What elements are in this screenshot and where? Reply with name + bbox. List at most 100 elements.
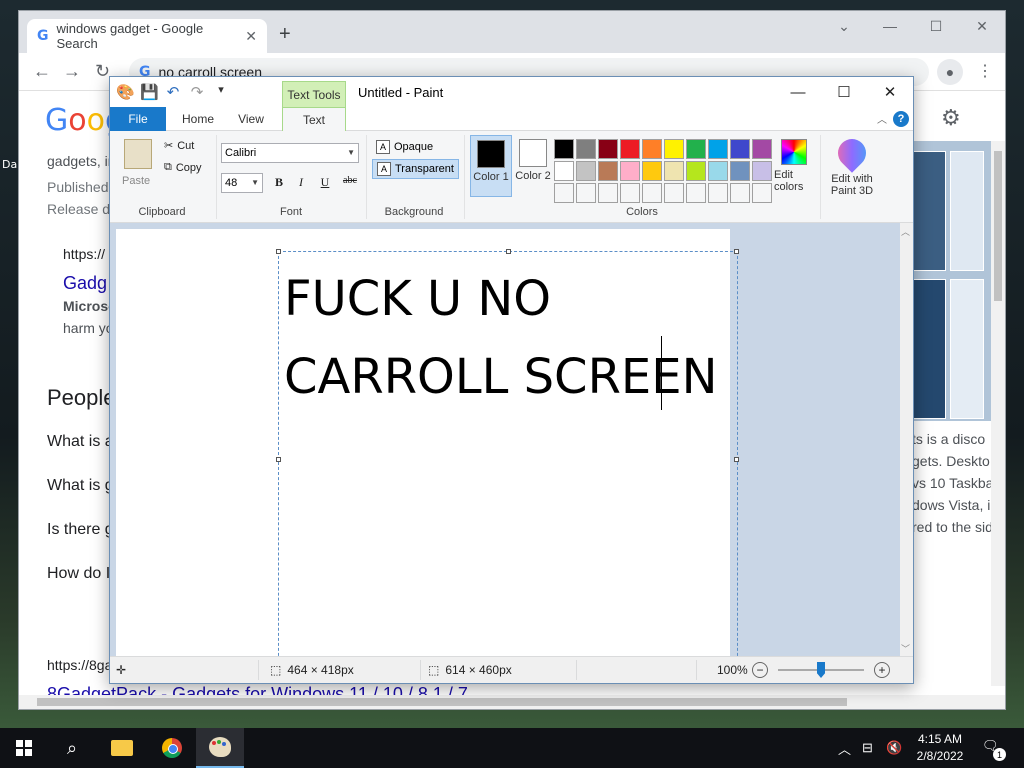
new-tab-button[interactable]: + xyxy=(279,23,291,46)
canvas-vertical-scrollbar[interactable]: ︿ ﹀ xyxy=(900,223,913,657)
drawing-canvas[interactable]: FUCK U NO CARROLL SCREEN xyxy=(116,229,739,657)
chrome-icon[interactable] xyxy=(148,728,196,768)
volume-muted-icon[interactable]: 🔇 xyxy=(886,728,902,768)
scroll-up-icon[interactable]: ︿ xyxy=(901,225,910,238)
result-url[interactable]: https:// xyxy=(63,246,105,262)
palette-swatch[interactable] xyxy=(664,161,684,181)
forward-icon[interactable]: → xyxy=(63,61,81,82)
palette-swatch[interactable] xyxy=(664,183,684,203)
network-icon[interactable]: ⊟ xyxy=(862,728,873,768)
transparent-button[interactable]: A Transparent xyxy=(372,159,459,179)
close-icon[interactable]: ✕ xyxy=(867,77,913,107)
scroll-down-icon[interactable]: ﹀ xyxy=(901,642,910,655)
profile-icon[interactable]: ● xyxy=(937,59,963,85)
zoom-out-button[interactable]: − xyxy=(752,662,768,678)
redo-icon[interactable]: ↷ xyxy=(188,83,206,101)
minimize-icon[interactable]: — xyxy=(867,11,913,41)
palette-swatch[interactable] xyxy=(708,139,728,159)
edit-with-paint-3d-button[interactable]: Edit with Paint 3D xyxy=(826,133,878,197)
paint-taskbar-icon[interactable] xyxy=(196,728,244,768)
opaque-button[interactable]: A Opaque xyxy=(372,137,437,157)
paste-button[interactable]: Paste xyxy=(122,175,150,187)
cut-button[interactable]: ✂ Cut xyxy=(164,139,194,153)
customize-toolbar-icon[interactable]: ▾ xyxy=(212,83,230,101)
palette-swatch[interactable] xyxy=(752,139,772,159)
palette-swatch[interactable] xyxy=(708,161,728,181)
page-vertical-scrollbar[interactable] xyxy=(991,141,1005,686)
thumbnail[interactable] xyxy=(950,279,984,419)
maximize-icon[interactable]: ☐ xyxy=(913,11,959,41)
thumbnail[interactable] xyxy=(912,151,946,271)
edit-colors-button[interactable]: Edit colors xyxy=(774,139,814,193)
reload-icon[interactable]: ↻ xyxy=(95,61,110,82)
thumbnail[interactable] xyxy=(950,151,984,271)
help-icon[interactable]: ? xyxy=(893,111,909,127)
palette-swatch[interactable] xyxy=(730,139,750,159)
file-explorer-icon[interactable] xyxy=(98,728,146,768)
palette-swatch[interactable] xyxy=(554,161,574,181)
palette-swatch[interactable] xyxy=(598,183,618,203)
close-icon[interactable]: ✕ xyxy=(959,11,1005,41)
tab-file[interactable]: File xyxy=(110,107,166,131)
paa-question[interactable]: What is a xyxy=(47,433,114,451)
strikethrough-button[interactable]: abc xyxy=(339,175,361,186)
palette-swatch[interactable] xyxy=(664,139,684,159)
palette-swatch[interactable] xyxy=(554,139,574,159)
image-thumbnails[interactable] xyxy=(912,141,992,421)
text-selection-box[interactable]: FUCK U NO CARROLL SCREEN xyxy=(276,249,739,657)
font-family-select[interactable]: Calibri ▼ xyxy=(221,143,359,163)
show-hidden-icons-icon[interactable]: ︿ xyxy=(838,728,851,768)
palette-swatch[interactable] xyxy=(642,139,662,159)
palette-swatch[interactable] xyxy=(642,183,662,203)
palette-swatch[interactable] xyxy=(686,161,706,181)
zoom-in-button[interactable]: + xyxy=(874,662,890,678)
result-url-2[interactable]: https://8ga xyxy=(47,657,112,673)
close-tab-icon[interactable]: ✕ xyxy=(245,28,257,45)
color-1-button[interactable]: Color 1 xyxy=(470,135,512,197)
settings-gear-icon[interactable]: ⚙ xyxy=(941,105,961,131)
italic-button[interactable]: I xyxy=(291,175,311,190)
palette-swatch[interactable] xyxy=(620,161,640,181)
undo-icon[interactable]: ↶ xyxy=(164,83,182,101)
paa-question[interactable]: How do I xyxy=(47,565,110,583)
scrollbar-thumb[interactable] xyxy=(994,151,1002,301)
canvas-text[interactable]: FUCK U NO CARROLL SCREEN xyxy=(284,260,738,416)
font-size-select[interactable]: 48 ▼ xyxy=(221,173,263,193)
resize-handle[interactable] xyxy=(276,249,281,254)
zoom-slider-thumb[interactable] xyxy=(817,662,825,678)
minimize-icon[interactable]: — xyxy=(775,77,821,107)
clock[interactable]: 4:15 AM 2/8/2022 xyxy=(912,731,968,765)
tab-text[interactable]: Text xyxy=(282,107,346,132)
back-icon[interactable]: ← xyxy=(33,61,51,82)
palette-swatch[interactable] xyxy=(642,161,662,181)
paa-question[interactable]: What is g xyxy=(47,477,114,495)
tab-search-icon[interactable]: ⌄ xyxy=(821,11,867,41)
save-icon[interactable]: 💾 xyxy=(140,83,159,101)
palette-swatch[interactable] xyxy=(598,139,618,159)
paa-question[interactable]: Is there g xyxy=(47,521,114,539)
scrollbar-thumb[interactable] xyxy=(37,698,847,706)
palette-swatch[interactable] xyxy=(620,183,640,203)
palette-swatch[interactable] xyxy=(730,161,750,181)
palette-swatch[interactable] xyxy=(598,161,618,181)
search-icon[interactable]: ⌕ xyxy=(48,728,96,768)
desktop-icon-label[interactable]: Da xyxy=(2,158,17,171)
maximize-icon[interactable]: ☐ xyxy=(821,77,867,107)
resize-handle[interactable] xyxy=(276,457,281,462)
paint-app-icon[interactable]: 🎨 xyxy=(116,83,135,101)
underline-button[interactable]: U xyxy=(315,175,335,190)
palette-swatch[interactable] xyxy=(620,139,640,159)
palette-swatch[interactable] xyxy=(752,161,772,181)
palette-swatch[interactable] xyxy=(686,139,706,159)
collapse-ribbon-icon[interactable]: ︿ xyxy=(877,111,887,126)
menu-icon[interactable]: ⋮ xyxy=(977,61,993,81)
resize-handle[interactable] xyxy=(734,457,739,462)
thumbnail[interactable] xyxy=(912,279,946,419)
page-horizontal-scrollbar[interactable] xyxy=(19,695,1005,709)
palette-swatch[interactable] xyxy=(730,183,750,203)
resize-handle[interactable] xyxy=(506,249,511,254)
browser-tab[interactable]: G windows gadget - Google Search ✕ xyxy=(27,19,267,53)
paste-icon[interactable] xyxy=(124,139,152,169)
palette-swatch[interactable] xyxy=(576,183,596,203)
resize-handle[interactable] xyxy=(734,249,739,254)
